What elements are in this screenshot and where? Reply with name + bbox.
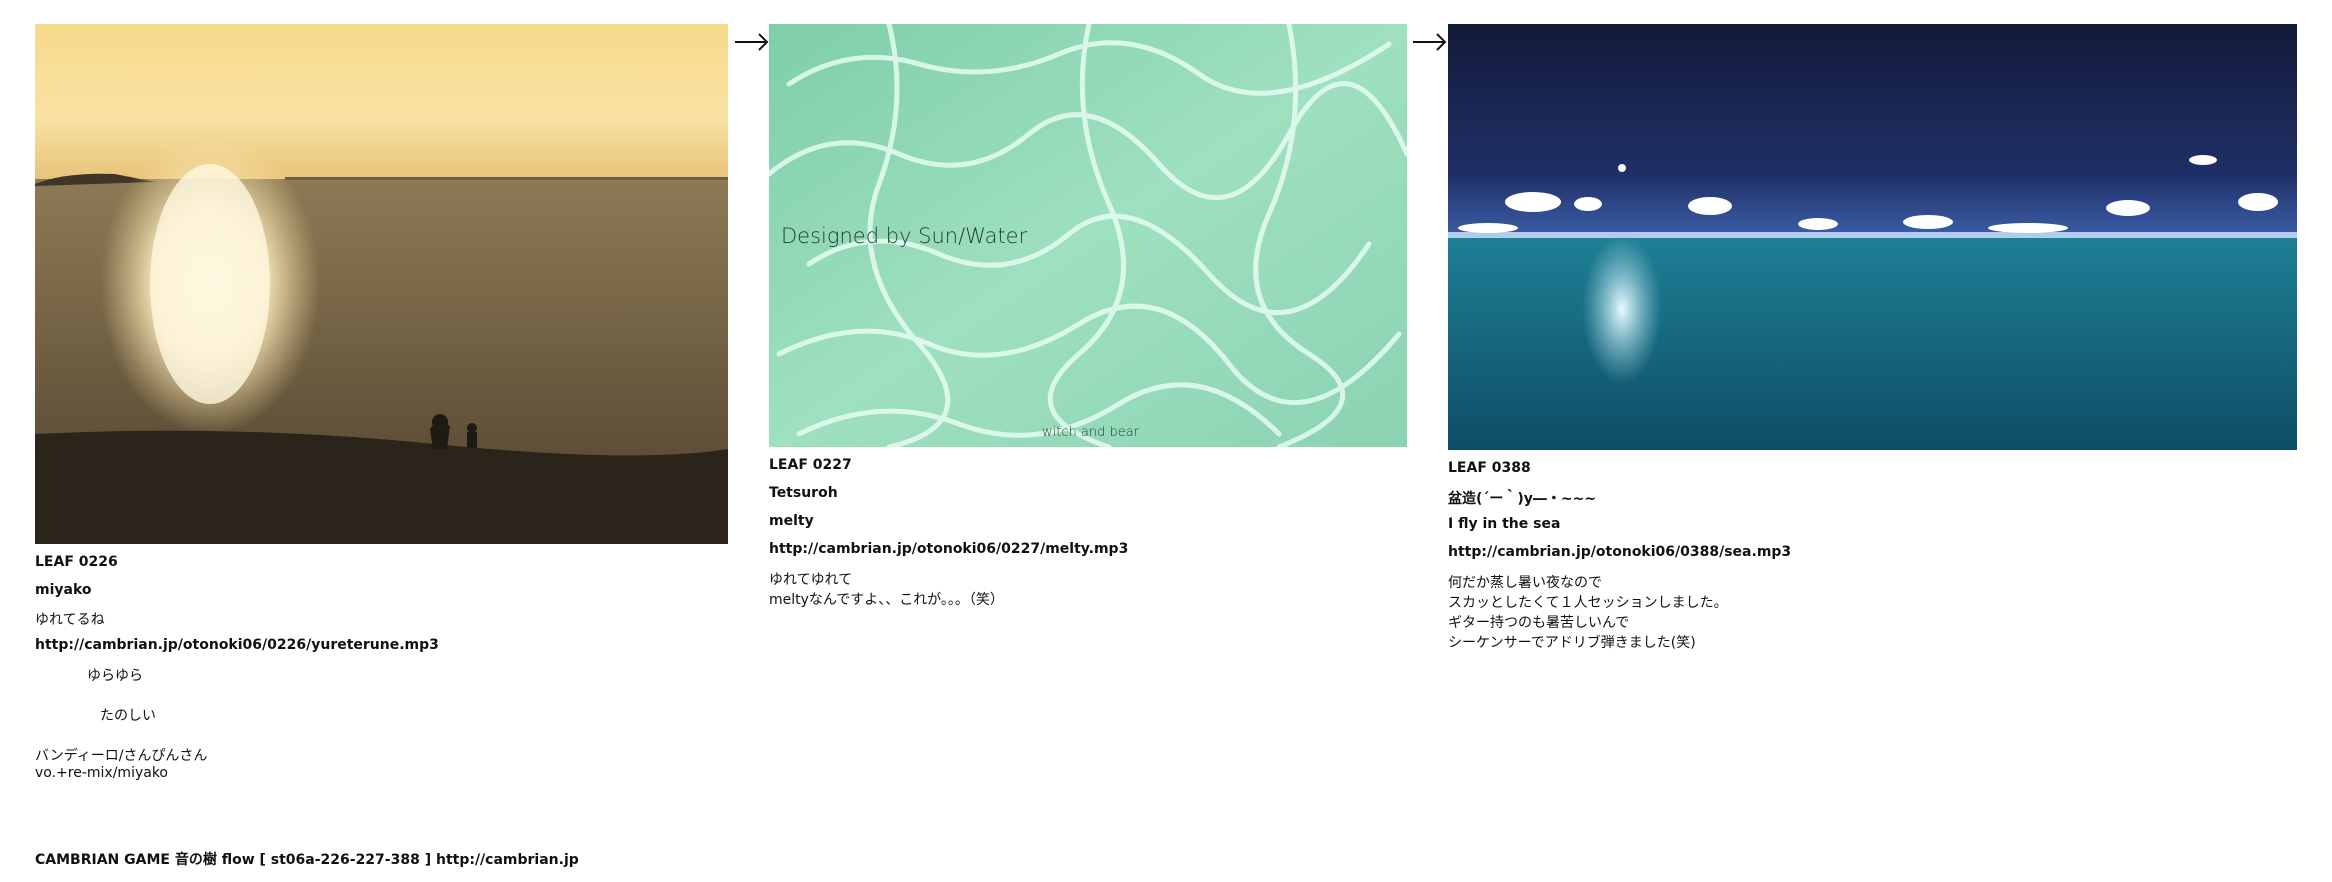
mp3-link[interactable]: http://cambrian.jp/otonoki06/0226/yurete… bbox=[35, 637, 439, 653]
note-line: シーケンサーでアドリブ弾きました(笑) bbox=[1448, 635, 1696, 651]
artist-name: miyako bbox=[35, 582, 92, 598]
note-line: たのしい bbox=[100, 708, 156, 724]
note-line: vo.+re-mix/miyako bbox=[35, 765, 168, 781]
leaf-id: LEAF 0388 bbox=[1448, 460, 1531, 476]
leaf-0226-photo bbox=[35, 24, 728, 544]
note-line: ギター持つのも暑苦しいんで bbox=[1448, 615, 1630, 631]
artist-name: 盆造(´ー｀)y―・~~~ bbox=[1448, 491, 1597, 507]
note-line: meltyなんですよ、、これが。。。（笑） bbox=[769, 592, 1004, 608]
leaf-0227-photo: Designed by Sun/Water witch and bear bbox=[769, 24, 1407, 447]
artist-name: Tetsuroh bbox=[769, 485, 838, 501]
note-line: スカッとしたくて１人セッションしました。 bbox=[1448, 595, 1728, 611]
footer-flow-info: CAMBRIAN GAME 音の樹 flow [ st06a-226-227-3… bbox=[35, 852, 579, 868]
note-line: ゆらゆら bbox=[87, 668, 143, 684]
leaf-0388-photo bbox=[1448, 24, 2297, 450]
note-line: 何だか蒸し暑い夜なので bbox=[1448, 575, 1602, 591]
mp3-link[interactable]: http://cambrian.jp/otonoki06/0227/melty.… bbox=[769, 541, 1128, 557]
right-arrow-icon bbox=[1411, 30, 1449, 54]
note-line: ゆれてゆれて bbox=[769, 572, 853, 588]
note-line: バンディーロ/さんぴんさん bbox=[35, 748, 208, 764]
image-credit: witch and bear bbox=[1042, 425, 1140, 440]
track-title: melty bbox=[769, 513, 814, 529]
leaf-id: LEAF 0226 bbox=[35, 554, 118, 570]
image-caption: Designed by Sun/Water bbox=[781, 224, 1028, 248]
mp3-link[interactable]: http://cambrian.jp/otonoki06/0388/sea.mp… bbox=[1448, 544, 1791, 560]
leaf-id: LEAF 0227 bbox=[769, 457, 852, 473]
track-title: I fly in the sea bbox=[1448, 516, 1561, 532]
track-title: ゆれてるね bbox=[35, 612, 105, 628]
right-arrow-icon bbox=[733, 30, 771, 54]
